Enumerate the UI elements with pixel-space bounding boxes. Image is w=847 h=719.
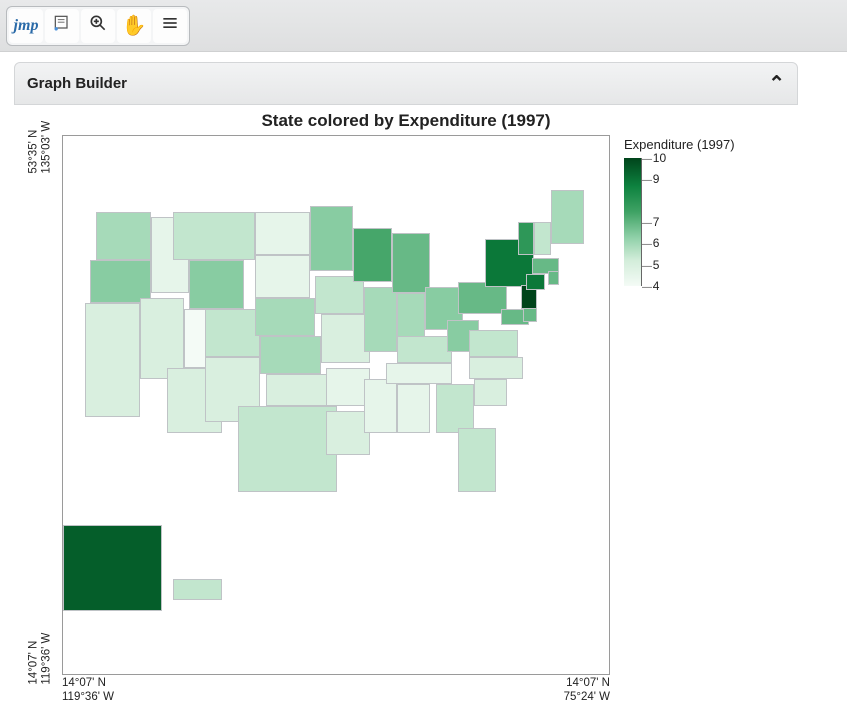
state-north-carolina[interactable]	[469, 357, 524, 379]
state-hawaii[interactable]	[173, 579, 222, 601]
state-montana[interactable]	[173, 212, 255, 261]
state-connecticut[interactable]	[526, 274, 545, 290]
state-wyoming[interactable]	[189, 260, 244, 309]
state-washington[interactable]	[96, 212, 151, 261]
state-california[interactable]	[85, 303, 140, 416]
state-georgia[interactable]	[436, 384, 474, 433]
state-kentucky[interactable]	[397, 336, 452, 363]
state-vermont[interactable]	[518, 222, 534, 254]
x-tick-right: 14°07' N75°24' W	[564, 677, 610, 705]
state-kansas[interactable]	[260, 336, 320, 374]
menu-tool-button[interactable]	[153, 9, 187, 43]
y-tick-top: 53°35' N135°03' W	[27, 130, 52, 174]
state-nevada[interactable]	[140, 298, 184, 379]
state-oregon[interactable]	[90, 260, 150, 303]
state-missouri[interactable]	[321, 314, 370, 363]
state-illinois[interactable]	[364, 287, 397, 352]
zoom-icon	[88, 13, 108, 38]
panel-title: Graph Builder	[27, 75, 127, 92]
note-icon	[52, 13, 72, 38]
state-oklahoma[interactable]	[266, 374, 332, 406]
hand-icon: ✋	[122, 13, 147, 38]
panel-body: State colored by Expenditure (1997) 53°3…	[14, 105, 798, 709]
state-virginia[interactable]	[469, 330, 518, 357]
state-maine[interactable]	[551, 190, 584, 244]
state-alaska[interactable]	[63, 525, 162, 611]
chevron-up-icon: ⌃	[768, 71, 785, 96]
state-mississippi[interactable]	[364, 379, 397, 433]
state-nebraska[interactable]	[255, 298, 315, 336]
menu-icon	[160, 13, 180, 38]
toolbar: jmp ✋	[0, 0, 847, 52]
state-colorado[interactable]	[205, 309, 260, 358]
state-south-carolina[interactable]	[474, 379, 507, 406]
legend-colorbar	[624, 158, 642, 286]
state-louisiana[interactable]	[326, 411, 370, 454]
state-rhode-island[interactable]	[548, 271, 559, 285]
y-tick-bottom: 14°07' N119°36' W	[27, 640, 52, 684]
content-area: Graph Builder ⌃ State colored by Expendi…	[0, 52, 847, 719]
state-tennessee[interactable]	[386, 363, 452, 385]
tool-group: jmp ✋	[6, 6, 190, 46]
legend-ticks: 1097654	[642, 158, 680, 286]
legend-title: Expenditure (1997)	[624, 137, 770, 152]
jmp-logo-button[interactable]: jmp	[9, 9, 43, 43]
zoom-tool-button[interactable]	[81, 9, 115, 43]
pan-tool-button[interactable]: ✋	[117, 9, 151, 43]
state-north-dakota[interactable]	[255, 212, 310, 255]
state-south-dakota[interactable]	[255, 255, 310, 298]
chart-title: State colored by Expenditure (1997)	[18, 111, 794, 131]
legend-scale: 1097654	[624, 158, 770, 286]
plot-frame[interactable]	[62, 135, 610, 675]
state-minnesota[interactable]	[310, 206, 354, 271]
state-arkansas[interactable]	[326, 368, 370, 406]
state-texas[interactable]	[238, 406, 337, 492]
state-florida[interactable]	[458, 428, 496, 493]
state-iowa[interactable]	[315, 276, 364, 314]
plot-column: 14°07' N119°36' W 14°07' N75°24' W	[62, 135, 610, 705]
legend: Expenditure (1997) 1097654	[610, 135, 770, 286]
state-indiana[interactable]	[397, 293, 424, 342]
y-axis-ticks: 53°35' N135°03' W 14°07' N119°36' W	[18, 135, 62, 675]
graph-builder-panel: Graph Builder ⌃ State colored by Expendi…	[14, 62, 798, 709]
x-axis-ticks: 14°07' N119°36' W 14°07' N75°24' W	[62, 675, 610, 705]
panel-header[interactable]: Graph Builder ⌃	[14, 62, 798, 105]
state-alabama[interactable]	[397, 384, 430, 433]
state-michigan[interactable]	[392, 233, 430, 292]
state-wisconsin[interactable]	[353, 228, 391, 282]
x-tick-left: 14°07' N119°36' W	[62, 677, 114, 705]
note-tool-button[interactable]	[45, 9, 79, 43]
state-new-hampshire[interactable]	[534, 222, 550, 254]
chart-area: 53°35' N135°03' W 14°07' N119°36' W 14°0…	[18, 135, 794, 705]
